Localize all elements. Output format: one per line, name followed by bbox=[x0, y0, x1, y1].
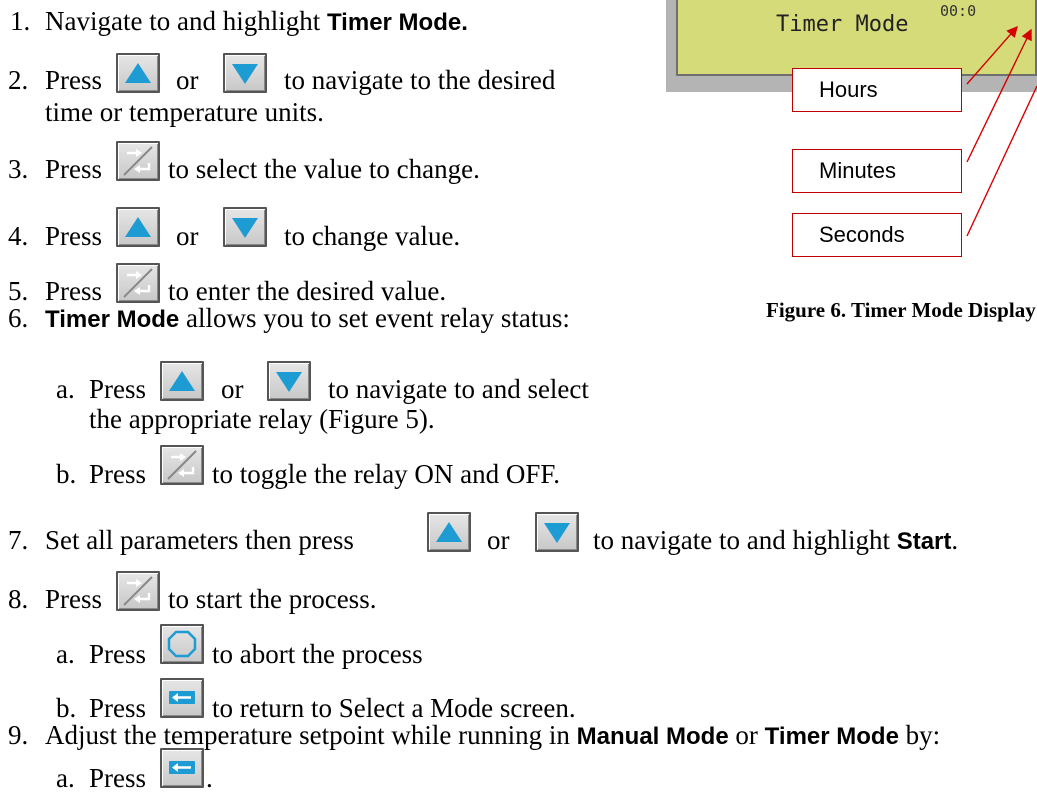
callout-seconds: Seconds bbox=[792, 213, 962, 257]
callout-minutes: Minutes bbox=[792, 149, 962, 193]
figure-caption: Figure 6. Timer Mode Display bbox=[766, 298, 1036, 322]
callout-arrows bbox=[966, 25, 1037, 237]
seconds-arrow bbox=[966, 85, 1037, 237]
minutes-arrow bbox=[966, 28, 1032, 163]
callout-hours: Hours bbox=[792, 68, 962, 112]
